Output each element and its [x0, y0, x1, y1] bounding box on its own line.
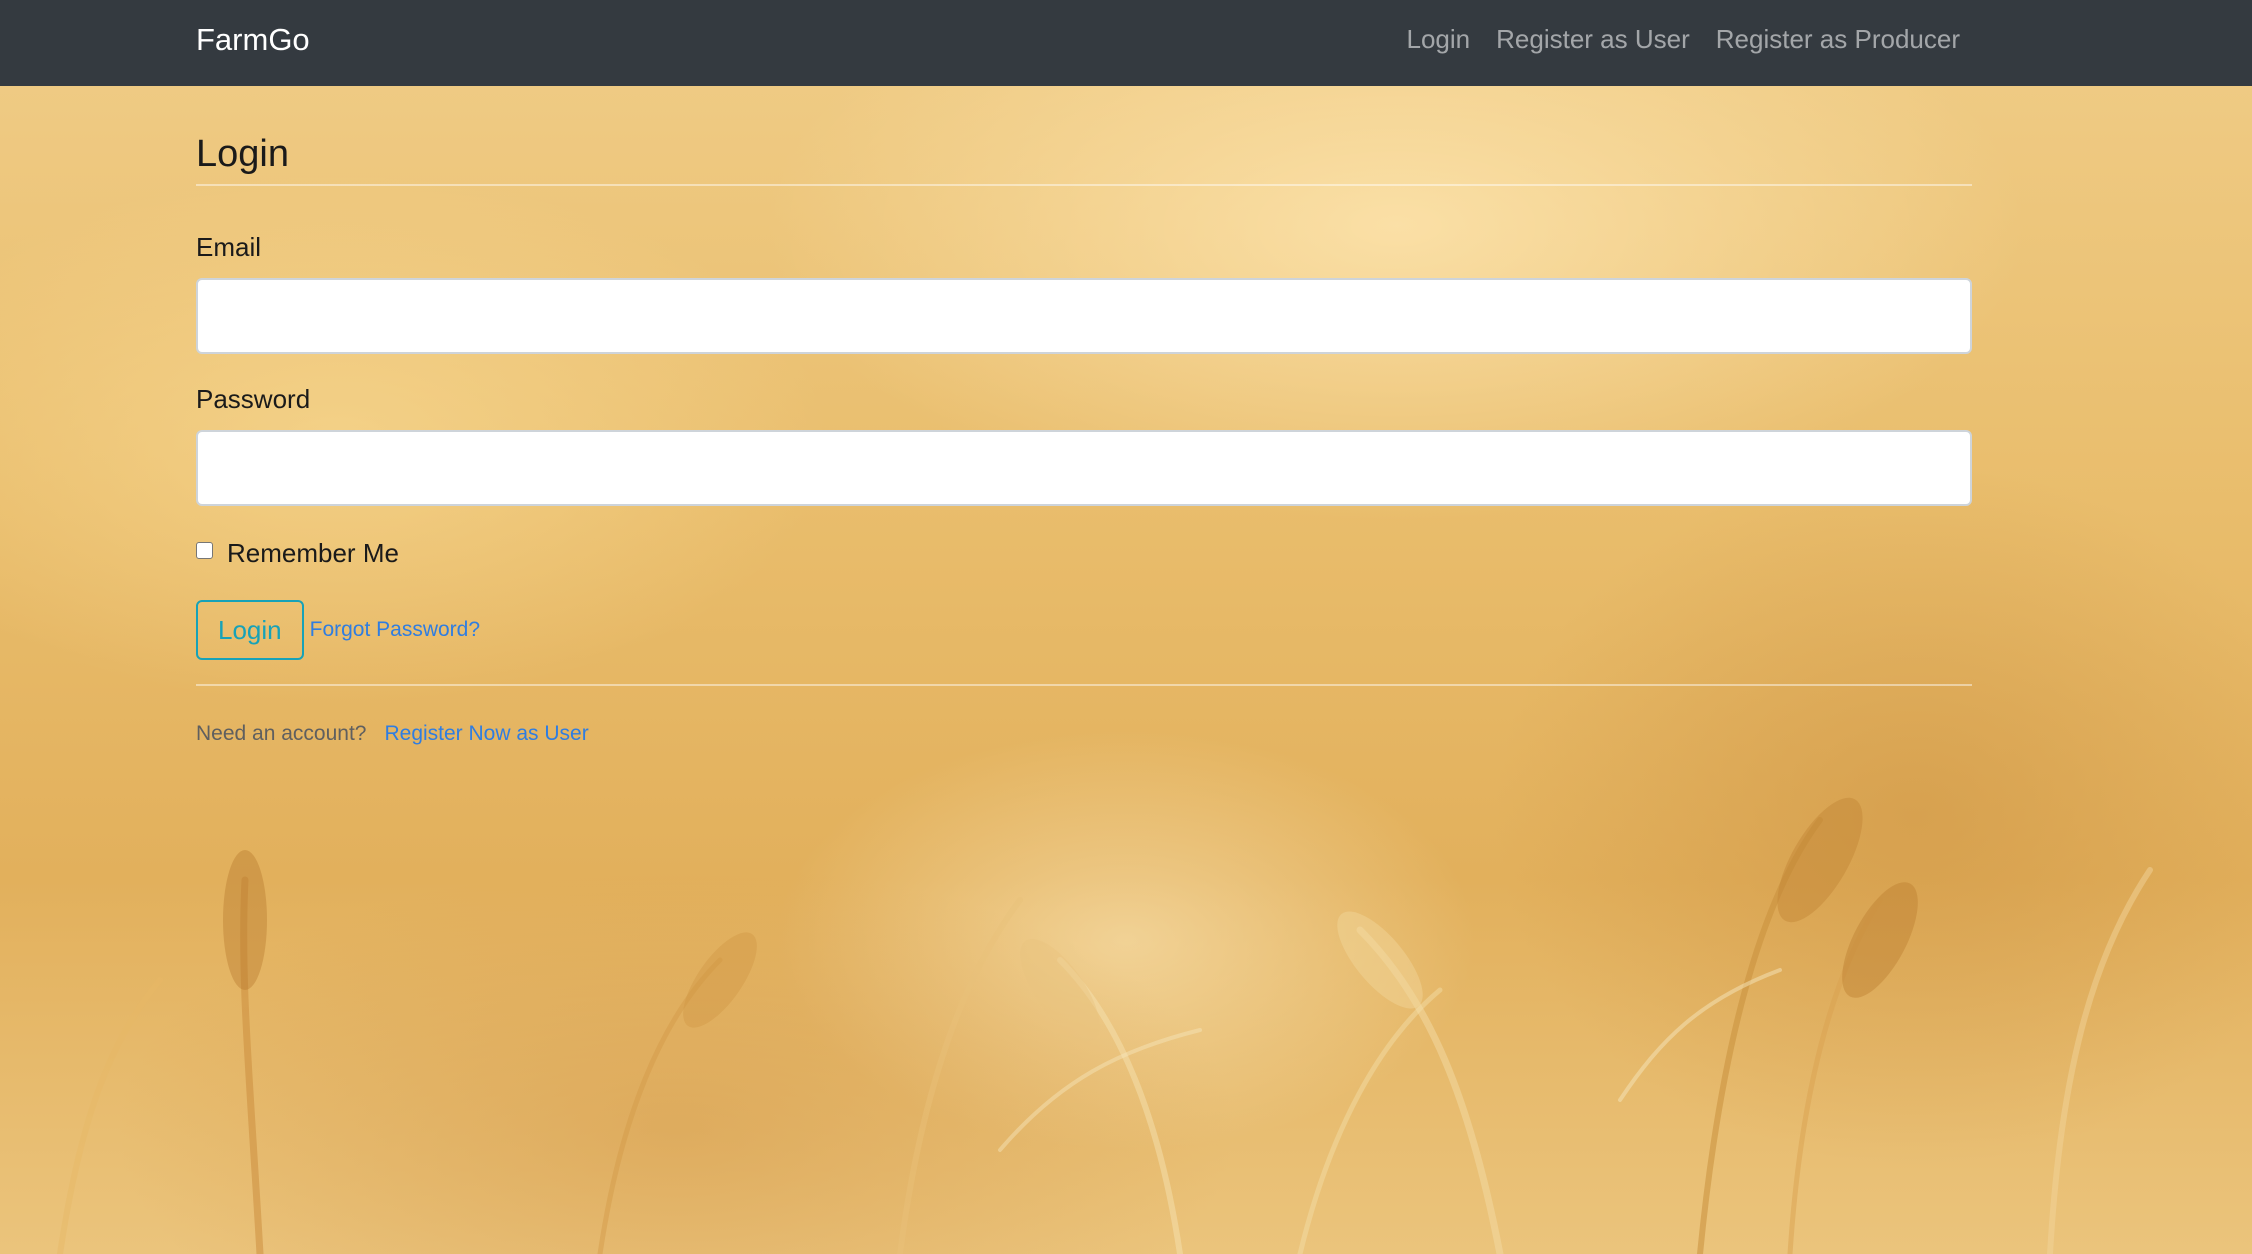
login-form-container: Login Email Password Remember Me Login F…	[196, 86, 1972, 746]
forgot-password-link[interactable]: Forgot Password?	[310, 618, 480, 642]
nav-link-register-producer[interactable]: Register as Producer	[1716, 24, 1960, 55]
top-navbar: FarmGo Login Register as User Register a…	[0, 0, 2252, 86]
nav-link-register-user[interactable]: Register as User	[1496, 24, 1690, 55]
form-actions: Login Forgot Password?	[196, 600, 1972, 660]
register-prompt-row: Need an account? Register Now as User	[196, 722, 1972, 746]
remember-me-label[interactable]: Remember Me	[227, 538, 399, 569]
login-submit-button[interactable]: Login	[196, 600, 304, 660]
login-form: Login Email Password Remember Me Login F…	[196, 130, 1972, 660]
need-account-text: Need an account?	[196, 722, 367, 745]
form-legend: Login	[196, 130, 1972, 186]
password-field[interactable]	[196, 430, 1972, 506]
form-divider	[196, 684, 1972, 686]
nav-link-login[interactable]: Login	[1407, 24, 1471, 55]
email-label: Email	[196, 232, 262, 262]
remember-me-checkbox[interactable]	[196, 541, 213, 559]
nav-links: Login Register as User Register as Produ…	[1407, 24, 1960, 55]
brand-logo-link[interactable]: FarmGo	[196, 22, 310, 58]
password-label: Password	[196, 384, 311, 414]
email-field[interactable]	[196, 278, 1972, 354]
register-user-link[interactable]: Register Now as User	[384, 722, 588, 746]
remember-me-row: Remember Me	[196, 536, 1972, 570]
